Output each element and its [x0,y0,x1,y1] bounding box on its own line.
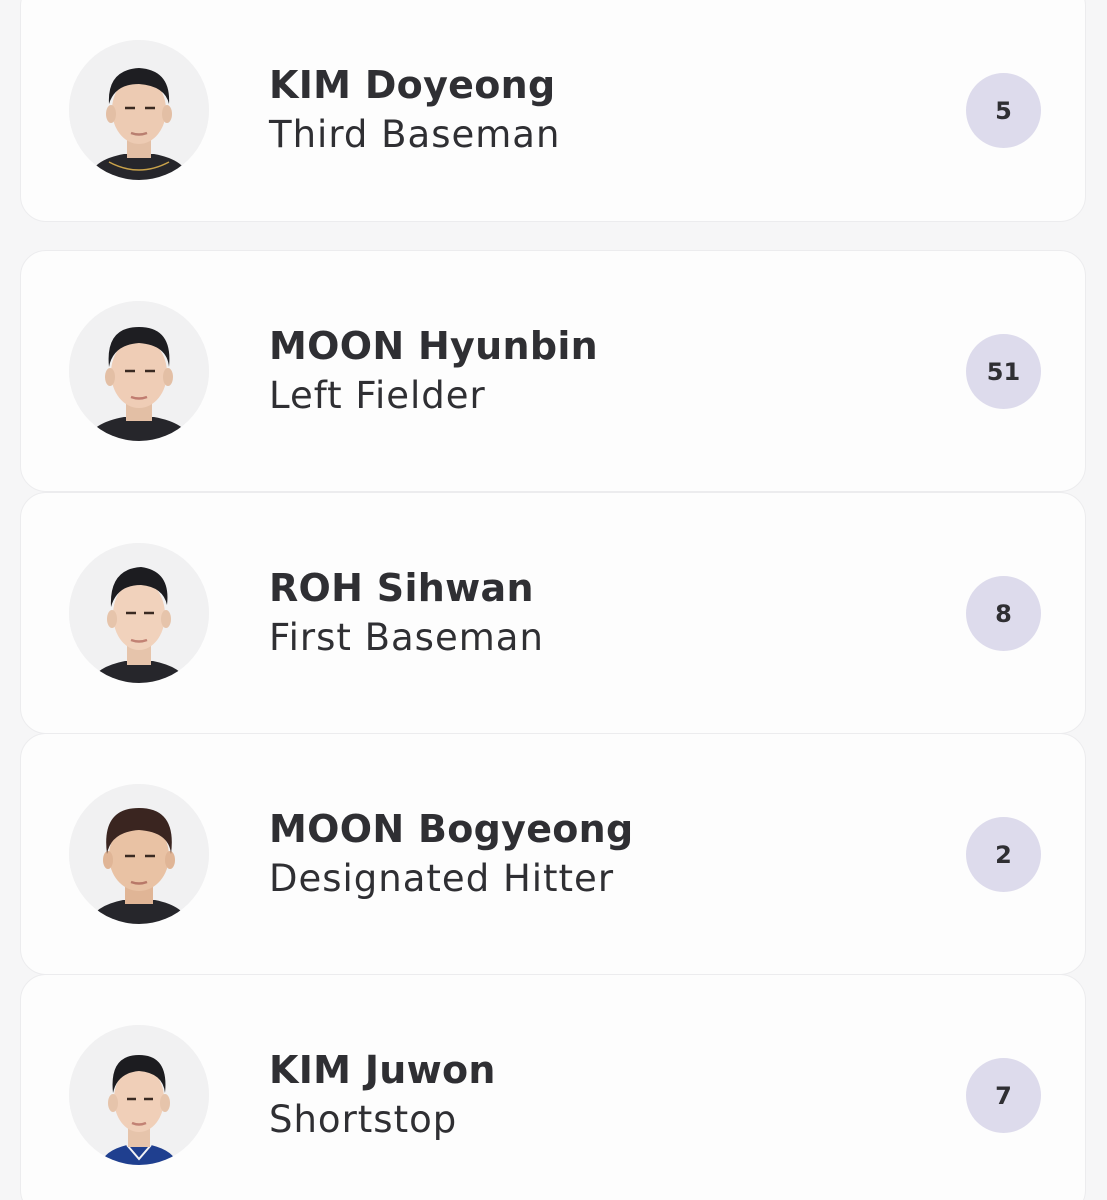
player-card-kim-doyeong[interactable]: KIM Doyeong Third Baseman 5 [20,0,1086,222]
player-name: KIM Doyeong [269,63,556,107]
player-card-moon-hyunbin[interactable]: MOON Hyunbin Left Fielder 51 [20,250,1086,492]
player-avatar [69,543,209,683]
player-avatar [69,784,209,924]
player-name: MOON Hyunbin [269,324,599,368]
player-photo-icon [69,543,209,683]
player-position: Designated Hitter [269,857,615,900]
player-info: MOON Hyunbin Left Fielder [269,321,598,421]
player-position: First Baseman [269,616,544,659]
player-photo-icon [69,1025,209,1165]
player-card-roh-sihwan[interactable]: ROH Sihwan First Baseman 8 [20,492,1086,734]
jersey-number-badge: 5 [966,73,1041,148]
player-avatar [69,301,209,441]
player-position: Shortstop [269,1098,458,1141]
player-photo-icon [69,301,209,441]
jersey-number-badge: 7 [966,1058,1041,1133]
player-card-kim-juwon[interactable]: KIM Juwon Shortstop 7 [20,974,1086,1200]
player-card-moon-bogyeong[interactable]: MOON Bogyeong Designated Hitter 2 [20,733,1086,975]
jersey-number-badge: 8 [966,576,1041,651]
player-name: ROH Sihwan [269,566,534,610]
jersey-number-badge: 2 [966,817,1041,892]
jersey-number-badge: 51 [966,334,1041,409]
player-photo-icon [69,40,209,180]
player-name: KIM Juwon [269,1048,496,1092]
player-info: KIM Doyeong Third Baseman [269,60,560,160]
player-avatar [69,1025,209,1165]
player-avatar [69,40,209,180]
player-info: MOON Bogyeong Designated Hitter [269,804,634,904]
player-position: Left Fielder [269,374,486,417]
player-position: Third Baseman [269,113,561,156]
player-info: ROH Sihwan First Baseman [269,563,544,663]
player-photo-icon [69,784,209,924]
player-name: MOON Bogyeong [269,807,634,851]
player-info: KIM Juwon Shortstop [269,1045,496,1145]
player-list: KIM Doyeong Third Baseman 5 MOON Hyunbin… [0,0,1107,1200]
